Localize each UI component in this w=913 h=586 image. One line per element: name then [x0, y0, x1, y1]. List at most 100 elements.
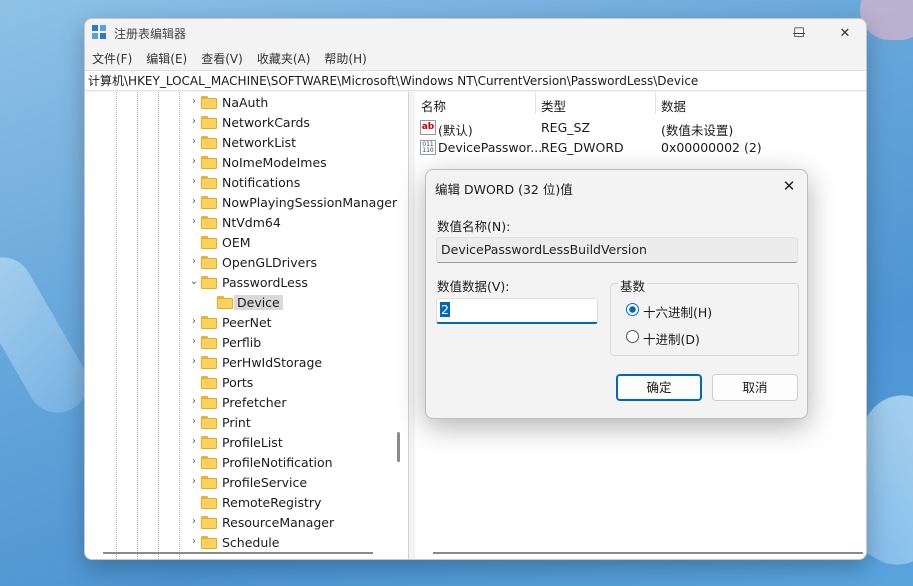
maximize-button[interactable]: ☐ — [776, 19, 822, 47]
tree-item[interactable]: › Perflib — [85, 333, 395, 353]
collapsed-chevron-icon[interactable]: › — [189, 316, 199, 327]
tree-item[interactable]: Ports — [85, 373, 395, 393]
column-header-type[interactable]: 类型 — [541, 96, 566, 115]
collapsed-chevron-icon[interactable]: › — [189, 436, 199, 447]
radio-hex-label: 十六进制(H) — [643, 305, 713, 320]
radio-dec[interactable] — [626, 330, 639, 343]
collapsed-chevron-icon[interactable]: › — [189, 516, 199, 527]
folder-icon — [201, 476, 217, 489]
tree-item[interactable]: › NetworkCards — [85, 113, 395, 133]
tree-vertical-scrollbar[interactable] — [397, 432, 400, 462]
tree-item[interactable]: › NowPlayingSessionManager — [85, 193, 398, 213]
collapsed-chevron-icon[interactable]: › — [189, 416, 199, 427]
folder-icon — [201, 176, 217, 189]
tree-item[interactable]: › NaAuth — [85, 93, 395, 113]
tree-item[interactable]: › NtVdm64 — [85, 213, 395, 233]
tree-item[interactable]: › PerHwIdStorage — [85, 353, 395, 373]
string-value-icon: ab — [420, 120, 436, 135]
collapsed-chevron-icon[interactable]: › — [189, 196, 199, 207]
value-data: 0x00000002 (2) — [661, 140, 762, 155]
tree-item-label: Prefetcher — [222, 395, 287, 410]
value-name: DevicePasswor... — [438, 140, 543, 155]
tree-item[interactable]: › NoImeModeImes — [85, 153, 395, 173]
tree-item[interactable]: OEM — [85, 233, 395, 253]
collapsed-chevron-icon[interactable]: › — [189, 96, 199, 107]
menu-help[interactable]: 帮助(H) — [317, 49, 373, 69]
tree-item[interactable]: › Prefetcher — [85, 393, 395, 413]
tree-item-label: OpenGLDrivers — [222, 255, 318, 270]
collapsed-chevron-icon[interactable]: › — [189, 396, 199, 407]
menu-view[interactable]: 查看(V) — [194, 49, 250, 69]
collapsed-chevron-icon[interactable]: › — [189, 356, 199, 367]
tree-item[interactable]: › ResourceManager — [85, 513, 395, 533]
collapsed-chevron-icon[interactable]: › — [189, 256, 199, 267]
ok-button[interactable]: 确定 — [616, 374, 702, 401]
column-header-name[interactable]: 名称 — [421, 96, 446, 115]
menu-file[interactable]: 文件(F) — [85, 49, 139, 69]
folder-icon — [201, 156, 217, 169]
folder-icon — [201, 336, 217, 349]
radio-dec-label: 十进制(D) — [643, 332, 700, 347]
folder-icon — [201, 316, 217, 329]
tree-item[interactable]: › OpenGLDrivers — [85, 253, 395, 273]
menu-edit[interactable]: 编辑(E) — [139, 49, 194, 69]
collapsed-chevron-icon[interactable]: › — [189, 176, 199, 187]
collapsed-chevron-icon[interactable]: › — [189, 476, 199, 487]
value-data-input[interactable]: 2 — [436, 298, 598, 324]
collapsed-chevron-icon[interactable]: › — [189, 336, 199, 347]
tree-item-label: PeerNet — [222, 315, 272, 330]
tree-item-label: NoImeModeImes — [222, 155, 327, 170]
registry-tree[interactable]: › NaAuth › NetworkCards › NetworkList › NoImeMo… — [85, 92, 409, 559]
folder-icon — [201, 216, 217, 229]
tree-item-label: RemoteRegistry — [222, 495, 322, 510]
tree-item[interactable]: › ProfileNotification — [85, 453, 395, 473]
tree-item[interactable]: › ProfileList — [85, 433, 395, 453]
value-row[interactable]: ab (默认) REG_SZ (数值未设置) — [415, 118, 866, 138]
cancel-button[interactable]: 取消 — [712, 374, 798, 401]
tree-item-label: Print — [222, 415, 251, 430]
collapsed-chevron-icon[interactable]: › — [189, 156, 199, 167]
value-data-text: 2 — [440, 302, 450, 317]
address-bar[interactable]: 计算机\HKEY_LOCAL_MACHINE\SOFTWARE\Microsof… — [85, 70, 866, 91]
column-separator[interactable] — [655, 92, 656, 114]
folder-icon — [201, 396, 217, 409]
tree-item-label: ProfileList — [222, 435, 283, 450]
tree-item-label: Ports — [222, 375, 254, 390]
tree-item-label: NowPlayingSessionManager — [222, 195, 398, 210]
column-separator[interactable] — [535, 92, 536, 114]
binary-value-icon: 011 110 — [420, 140, 436, 155]
tree-item[interactable]: Device — [85, 293, 395, 313]
radio-hex-selected[interactable] — [626, 303, 639, 316]
expanded-chevron-icon[interactable]: ⌄ — [189, 276, 199, 287]
value-name-label: 数值名称(N): — [437, 219, 511, 234]
collapsed-chevron-icon[interactable]: › — [189, 216, 199, 227]
collapsed-chevron-icon[interactable]: › — [189, 116, 199, 127]
folder-icon — [201, 256, 217, 269]
tree-item-label: NaAuth — [222, 95, 269, 110]
collapsed-chevron-icon[interactable]: › — [189, 536, 199, 547]
tree-item[interactable]: › NetworkList — [85, 133, 395, 153]
value-name-field: DevicePasswordLessBuildVersion — [436, 237, 798, 263]
tree-horizontal-scrollbar[interactable] — [103, 552, 373, 554]
list-horizontal-scrollbar[interactable] — [433, 552, 863, 554]
folder-icon — [201, 356, 217, 369]
tree-item[interactable]: RemoteRegistry — [85, 493, 395, 513]
menu-favorites[interactable]: 收藏夹(A) — [250, 49, 318, 69]
tree-item[interactable]: › Print — [85, 413, 395, 433]
tree-item[interactable]: › PeerNet — [85, 313, 395, 333]
close-window-button[interactable]: ✕ — [822, 19, 866, 47]
tree-item-label: Device — [234, 295, 283, 310]
value-row[interactable]: 011 110 DevicePasswor... REG_DWORD 0x000… — [415, 138, 866, 158]
title-bar[interactable]: 注册表编辑器 — ☐ ✕ — [85, 19, 866, 47]
collapsed-chevron-icon[interactable]: › — [189, 136, 199, 147]
tree-item[interactable]: › Schedule — [85, 533, 395, 553]
tree-item[interactable]: › Notifications — [85, 173, 395, 193]
tree-item-label: Notifications — [222, 175, 301, 190]
tree-item[interactable]: › ProfileService — [85, 473, 395, 493]
dialog-close-icon[interactable]: ✕ — [778, 175, 800, 197]
collapsed-chevron-icon[interactable]: › — [189, 456, 199, 467]
column-header-data[interactable]: 数据 — [661, 96, 686, 115]
value-name: (默认) — [438, 123, 473, 138]
value-type: REG_SZ — [541, 120, 591, 135]
tree-item[interactable]: ⌄ PasswordLess — [85, 273, 395, 293]
